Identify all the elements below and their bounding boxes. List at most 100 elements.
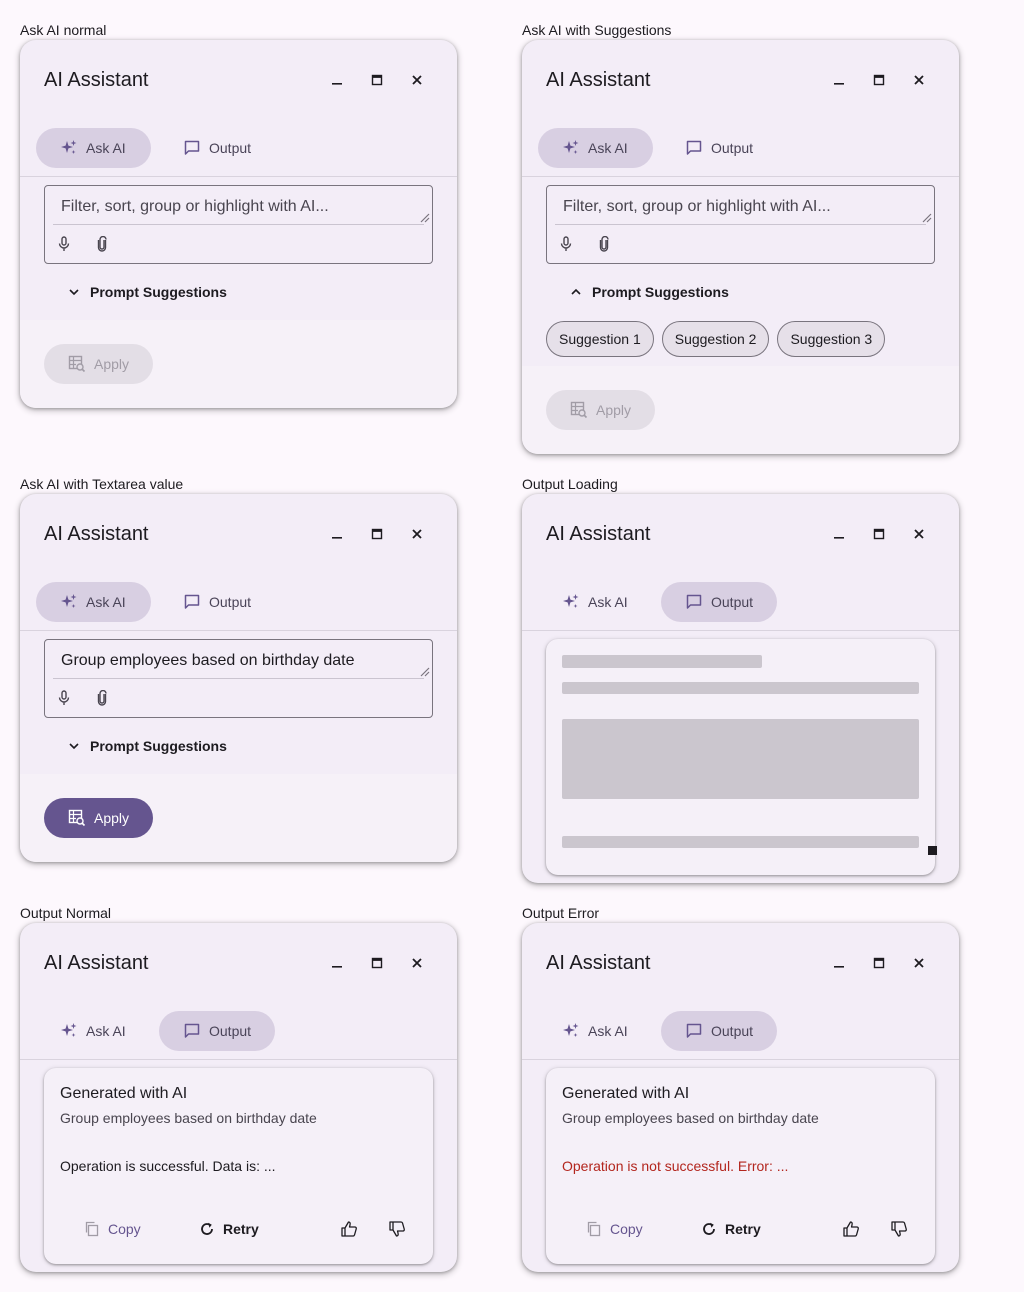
minimize-button[interactable] [827,951,851,975]
attach-button[interactable] [596,236,612,252]
maximize-icon [873,528,885,540]
output-card-loading [546,639,935,875]
maximize-button[interactable] [867,522,891,546]
window-titlebar: AI Assistant [20,40,457,120]
apply-button[interactable]: Apply [44,344,153,384]
suggestion-chip[interactable]: Suggestion 2 [661,321,770,357]
attach-button[interactable] [94,690,110,706]
minimize-button[interactable] [827,68,851,92]
ai-assistant-window: AI Assistant Ask AI Output Filter, sort,… [522,40,959,454]
apply-button[interactable]: Apply [44,798,153,838]
minimize-button[interactable] [325,951,349,975]
maximize-button[interactable] [867,68,891,92]
apply-label: Apply [94,356,130,372]
tab-ask-ai[interactable]: Ask AI [36,582,151,622]
maximize-button[interactable] [867,951,891,975]
apply-label: Apply [596,402,632,418]
sparkle-icon [562,1022,580,1040]
chat-bubble-icon [685,593,703,611]
minimize-icon [833,957,845,969]
output-error-message: Operation is not successful. Error: ... [562,1158,789,1174]
window-title: AI Assistant [44,69,149,91]
chat-bubble-icon [183,139,201,157]
retry-icon [701,1221,717,1237]
minimize-button[interactable] [325,522,349,546]
sparkle-icon [60,1022,78,1040]
output-card: Generated with AI Group employees based … [546,1068,935,1264]
close-icon [411,957,423,969]
sparkle-icon [60,139,78,157]
chat-bubble-icon [685,1022,703,1040]
thumbs-up-button[interactable] [340,1217,358,1241]
thumbs-up-button[interactable] [842,1217,860,1241]
resize-handle-icon[interactable] [922,213,932,223]
retry-button[interactable]: Retry [701,1217,761,1241]
close-button[interactable] [405,522,429,546]
thumbs-down-button[interactable] [890,1217,908,1241]
ai-assistant-window: AI Assistant Ask AI Output Generated wit… [20,923,457,1272]
tab-output[interactable]: Output [159,582,275,622]
tab-output[interactable]: Output [159,128,275,168]
retry-button[interactable]: Retry [199,1217,259,1241]
close-button[interactable] [907,522,931,546]
thumbs-down-button[interactable] [388,1217,406,1241]
prompt-textarea[interactable]: Filter, sort, group or highlight with AI… [546,185,935,264]
prompt-textarea[interactable]: Filter, sort, group or highlight with AI… [44,185,433,264]
window-title: AI Assistant [546,69,651,91]
prompt-suggestions-toggle[interactable]: Prompt Suggestions [570,281,729,303]
tab-output[interactable]: Output [159,1011,275,1051]
close-button[interactable] [405,68,429,92]
tab-output[interactable]: Output [661,582,777,622]
close-button[interactable] [907,951,931,975]
microphone-button[interactable] [56,236,72,252]
close-button[interactable] [405,951,429,975]
resize-handle-icon[interactable] [420,667,430,677]
tab-ask-ai[interactable]: Ask AI [538,128,653,168]
microphone-button[interactable] [56,690,72,706]
maximize-button[interactable] [365,951,389,975]
copy-button[interactable]: Copy [84,1217,141,1241]
tab-output-label: Output [711,594,754,610]
tab-ask-ai[interactable]: Ask AI [36,1011,151,1051]
tab-ask-ai[interactable]: Ask AI [36,128,151,168]
tab-ask-ai[interactable]: Ask AI [538,1011,653,1051]
caption-output-error: Output Error [522,905,600,921]
microphone-button[interactable] [558,236,574,252]
tab-ask-ai-label: Ask AI [86,140,126,156]
close-button[interactable] [907,68,931,92]
close-icon [913,528,925,540]
chevron-up-icon [570,286,582,298]
copy-button[interactable]: Copy [586,1217,643,1241]
retry-label: Retry [223,1221,259,1237]
minimize-button[interactable] [827,522,851,546]
maximize-icon [371,528,383,540]
sparkle-icon [562,593,580,611]
suggestion-chip[interactable]: Suggestion 1 [546,321,654,357]
window-titlebar: AI Assistant [522,40,959,120]
caption-ask-ai-textarea-value: Ask AI with Textarea value [20,476,184,492]
maximize-icon [371,74,383,86]
tab-ask-ai[interactable]: Ask AI [538,582,653,622]
tab-bar: Ask AI Output [20,1011,457,1059]
tab-bar: Ask AI Output [522,1011,959,1059]
prompt-suggestions-toggle[interactable]: Prompt Suggestions [68,735,227,757]
tab-bar: Ask AI Output [20,582,457,630]
suggestion-chip[interactable]: Suggestion 3 [777,321,886,357]
caption-output-loading: Output Loading [522,476,618,492]
prompt-suggestions-label: Prompt Suggestions [592,284,729,300]
apply-button[interactable]: Apply [546,390,655,430]
ai-assistant-window: AI Assistant Ask AI Output [522,494,959,883]
prompt-value: Group employees based on birthday date [61,652,355,669]
minimize-button[interactable] [325,68,349,92]
attach-button[interactable] [94,236,110,252]
tab-output[interactable]: Output [661,128,777,168]
tab-output[interactable]: Output [661,1011,777,1051]
maximize-button[interactable] [365,68,389,92]
prompt-textarea[interactable]: Group employees based on birthday date [44,639,433,718]
maximize-button[interactable] [365,522,389,546]
resize-handle-icon[interactable] [420,213,430,223]
scrollbar-thumb[interactable] [928,846,937,855]
sparkle-icon [562,139,580,157]
prompt-suggestions-toggle[interactable]: Prompt Suggestions [68,281,227,303]
caption-ask-ai-suggestions: Ask AI with Suggestions [522,22,672,38]
